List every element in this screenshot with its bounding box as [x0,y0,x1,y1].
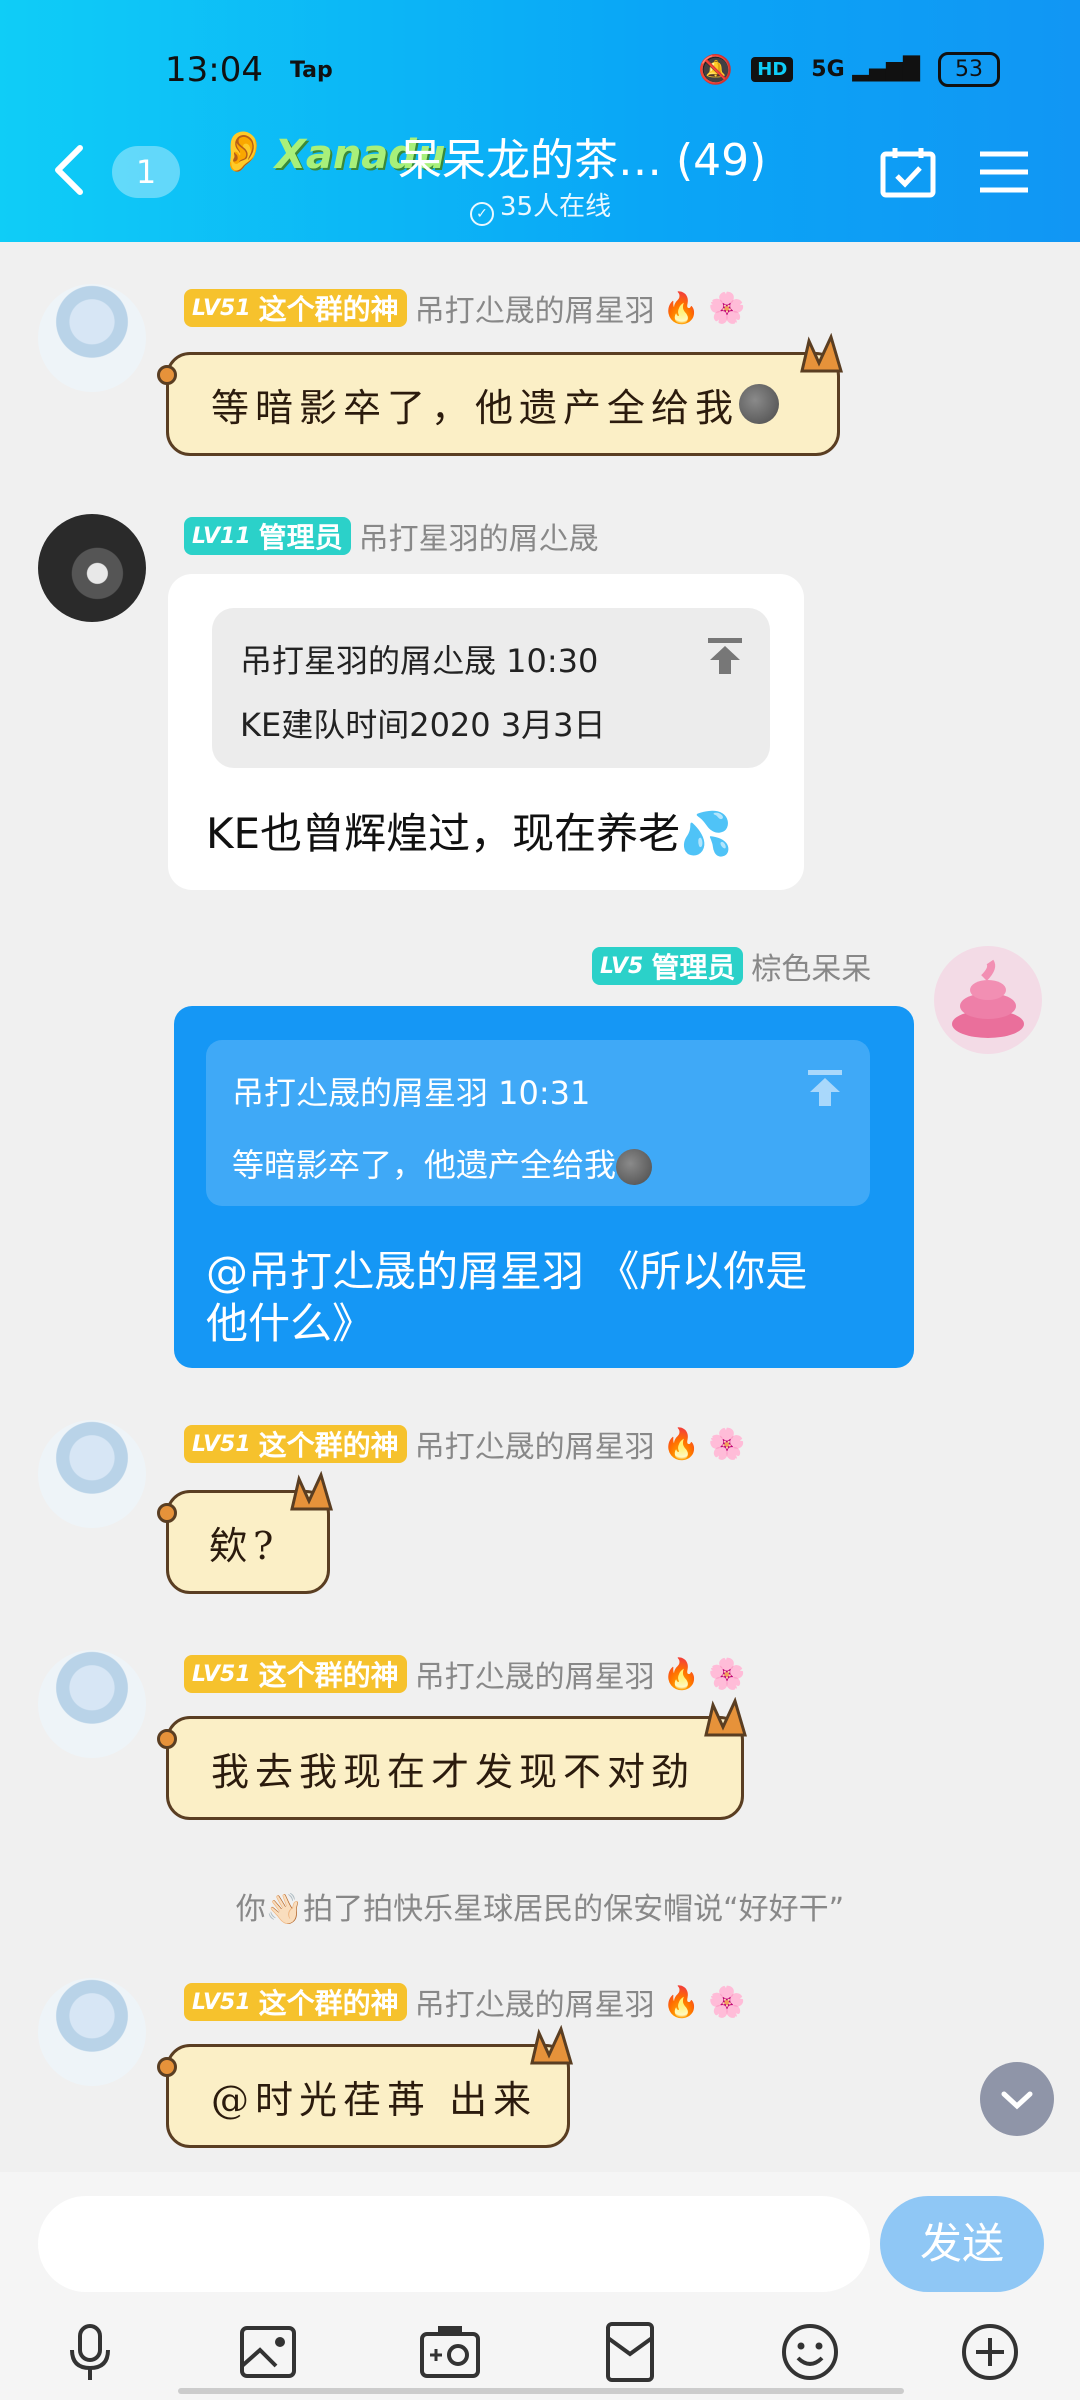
message-bubble[interactable]: 我去我现在才发现不对劲 [157,1697,748,1820]
status-tap: Tap [290,58,333,83]
flower-icon: 🌸 [708,290,746,326]
quote-text: 等暗影卒了，他遗产全给我 [232,1140,653,1186]
avatar[interactable] [38,514,146,622]
back-arrow-icon[interactable] [50,140,90,200]
sender-line: LV5 管理员 棕色呆呆 [592,944,871,988]
gesture-nav-bar[interactable] [178,2388,904,2394]
cat-ears-decoration [704,1697,748,1737]
sender-name[interactable]: 吊打尐晟的屑星羽 [415,1980,655,2024]
moon-face-emoji [616,1149,653,1185]
message-input[interactable] [38,2196,870,2292]
plus-icon[interactable] [958,2320,1022,2384]
message-bubble[interactable]: 等暗影卒了，他遗产全给我 [157,333,844,456]
sender-name[interactable]: 吊打尐晟的屑星羽 [415,1652,655,1696]
message-text-line2: 他什么》 [206,1299,375,1348]
cat-tail-decoration [157,2057,177,2077]
sender-line: LV11 管理员 吊打星羽的屑尐晟 [184,514,599,558]
calendar-check-icon[interactable] [880,146,936,198]
pin-top-icon [708,638,742,674]
mic-icon[interactable] [58,2320,122,2384]
message-text: 我去我现在才发现不对劲 [211,1749,696,1794]
mute-icon: 🔕 [698,53,734,86]
level-badge: LV5 管理员 [592,947,744,985]
message-bubble[interactable]: @时光荏苒 出来 [157,2025,574,2148]
ear-icon[interactable]: 👂 [218,128,268,175]
check-circle-icon: ✓ [470,202,494,226]
chat-title[interactable]: 呆呆龙的茶… (49) [398,124,766,188]
fire-icon: 🔥 [662,290,701,326]
sender-line: LV51 这个群的神 吊打尐晟的屑星羽 🔥 🌸 [184,1980,745,2024]
cat-ears-decoration [530,2025,574,2065]
online-status: ✓ 35人在线 [470,186,611,226]
chat-header: 13:04 Tap 🔕 HD 5G ▂▄▆█ 53 1 👂 Xanadu 呆呆龙… [0,0,1080,242]
quote-header: 吊打星羽的屑尐晟 10:30 [240,642,599,680]
fire-icon: 🔥 [662,1656,701,1692]
message-text: KE也曾辉煌过，现在养老💦 [206,809,733,858]
hd-icon: HD [751,57,794,82]
poop-avatar-icon [952,959,1024,1038]
emoji-icon[interactable] [778,2320,842,2384]
red-packet-icon[interactable] [598,2320,662,2384]
sender-line: LV51 这个群的神 吊打尐晟的屑星羽 🔥 🌸 [184,1652,745,1696]
message-text: 等暗影卒了，他遗产全给我 [211,385,740,430]
pin-top-icon [808,1070,842,1106]
status-time: 13:04 [165,50,263,90]
cat-ears-decoration [290,1471,334,1511]
flower-icon: 🌸 [708,1984,746,2020]
quote-header: 吊打尐晟的屑星羽 10:31 [232,1074,591,1112]
battery-icon: 53 [938,52,1000,87]
fire-icon: 🔥 [662,1984,701,2020]
sender-name[interactable]: 吊打星羽的屑尐晟 [359,514,599,558]
sender-line: LV51 这个群的神 吊打尐晟的屑星羽 🔥 🌸 [184,1422,745,1466]
camera-icon[interactable] [418,2320,482,2384]
send-button[interactable]: 发送 [880,2196,1044,2292]
level-badge: LV51 这个群的神 [184,1655,407,1693]
avatar[interactable] [38,1420,146,1528]
sender-name[interactable]: 棕色呆呆 [751,944,871,988]
level-badge: LV51 这个群的神 [184,1425,407,1463]
message-text: @时光荏苒 出来 [211,2077,538,2122]
image-icon[interactable] [236,2320,300,2384]
message-bubble[interactable]: 欸? [157,1471,334,1594]
level-badge: LV51 这个群的神 [184,289,407,327]
cat-tail-decoration [157,365,177,385]
status-icons: 🔕 HD 5G ▂▄▆█ 53 [698,52,1000,87]
sender-name[interactable]: 吊打尐晟的屑星羽 [415,1422,655,1466]
quote-text: KE建队时间2020 3月3日 [240,706,606,744]
chevron-down-icon [1001,2091,1033,2110]
scroll-to-bottom-button[interactable] [980,2062,1054,2136]
avatar[interactable] [934,946,1042,1054]
flower-icon: 🌸 [708,1426,746,1462]
level-badge: LV51 这个群的神 [184,1983,407,2021]
signal-icon: 5G ▂▄▆█ [811,57,920,82]
menu-icon[interactable] [978,150,1030,194]
cat-tail-decoration [157,1729,177,1749]
sender-name[interactable]: 吊打尐晟的屑星羽 [415,286,655,330]
unread-count-badge[interactable]: 1 [112,146,180,198]
cat-tail-decoration [157,1503,177,1523]
status-bar: 13:04 Tap 🔕 HD 5G ▂▄▆█ 53 [0,40,1080,100]
level-badge: LV11 管理员 [184,517,351,555]
flower-icon: 🌸 [708,1656,746,1692]
moon-face-emoji [739,384,780,424]
avatar[interactable] [38,1978,146,2086]
fire-icon: 🔥 [662,1426,701,1462]
message-text: 欸? [209,1523,280,1568]
system-message: 你👋🏻拍了拍快乐星球居民的保安帽说“好好干” [235,1892,845,1927]
avatar[interactable] [38,284,146,392]
sender-line: LV51 这个群的神 吊打尐晟的屑星羽 🔥 🌸 [184,286,745,330]
avatar[interactable] [38,1650,146,1758]
cat-ears-decoration [800,333,844,373]
